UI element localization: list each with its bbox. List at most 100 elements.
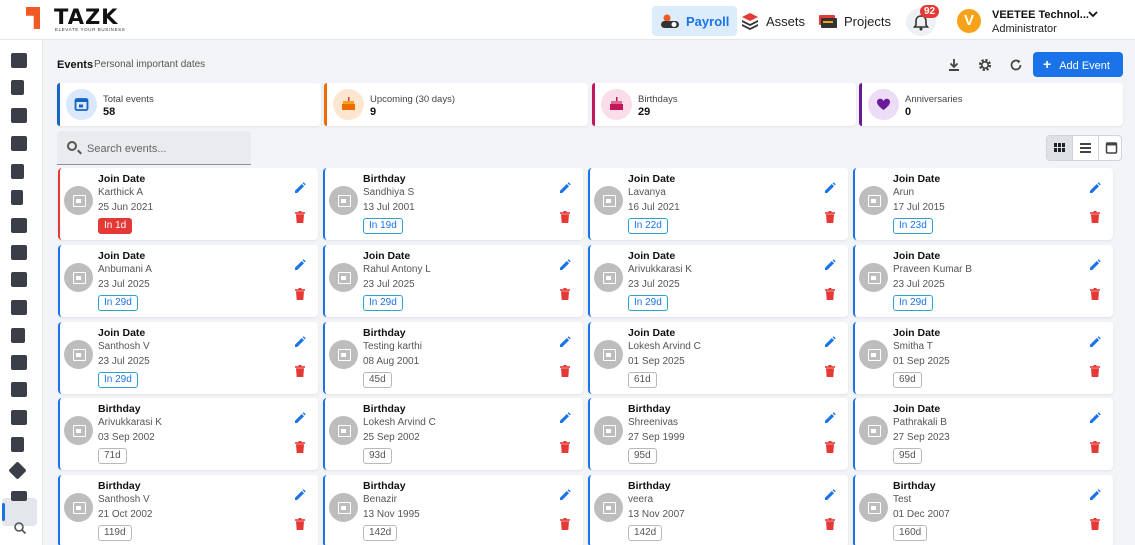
event-date: 21 Oct 2002: [98, 509, 153, 520]
event-card[interactable]: Birthday Arivukkarasi K 03 Sep 2002 71d: [58, 398, 318, 470]
edit-pencil-icon[interactable]: [294, 412, 306, 424]
sidebar-calendar-icon[interactable]: [11, 136, 27, 151]
event-card[interactable]: Birthday Test 01 Dec 2007 160d: [853, 475, 1113, 545]
event-card[interactable]: Join Date Praveen Kumar B 23 Jul 2025 In 29…: [853, 245, 1113, 317]
refresh-icon[interactable]: [1009, 58, 1023, 72]
edit-pencil-icon[interactable]: [294, 489, 306, 501]
delete-trash-icon[interactable]: [1090, 211, 1100, 223]
edit-pencil-icon[interactable]: [1089, 182, 1101, 194]
edit-pencil-icon[interactable]: [294, 336, 306, 348]
edit-pencil-icon[interactable]: [559, 259, 571, 271]
nav-assets[interactable]: Assets: [732, 6, 813, 36]
event-card[interactable]: Join Date Rahul Antony L 23 Jul 2025 In 29d: [323, 245, 583, 317]
event-card[interactable]: Birthday Santhosh V 21 Oct 2002 119d: [58, 475, 318, 545]
event-card[interactable]: Join Date Santhosh V 23 Jul 2025 In 29d: [58, 322, 318, 394]
add-event-button[interactable]: + Add Event: [1033, 52, 1123, 77]
delete-trash-icon[interactable]: [1090, 441, 1100, 453]
search-input[interactable]: [87, 141, 237, 157]
sidebar-document-check-icon[interactable]: [11, 164, 24, 179]
edit-pencil-icon[interactable]: [1089, 259, 1101, 271]
delete-trash-icon[interactable]: [560, 288, 570, 300]
event-card[interactable]: Join Date Anbumani A 23 Jul 2025 In 29d: [58, 245, 318, 317]
event-date: 01 Dec 2007: [893, 509, 950, 520]
edit-pencil-icon[interactable]: [559, 412, 571, 424]
search-box[interactable]: [57, 131, 251, 165]
edit-pencil-icon[interactable]: [559, 489, 571, 501]
sidebar-briefcase-icon[interactable]: [11, 491, 27, 501]
delete-trash-icon[interactable]: [295, 211, 305, 223]
sidebar-team-icon[interactable]: [11, 355, 27, 370]
user-name[interactable]: VEETEE Technol...: [992, 9, 1089, 21]
sidebar-hand-money-icon[interactable]: [11, 272, 27, 287]
delete-trash-icon[interactable]: [825, 518, 835, 530]
delete-trash-icon[interactable]: [825, 365, 835, 377]
delete-trash-icon[interactable]: [825, 288, 835, 300]
delete-trash-icon[interactable]: [825, 441, 835, 453]
grid-view-icon[interactable]: [1047, 136, 1073, 160]
chevron-down-icon[interactable]: [1087, 8, 1099, 23]
avatar[interactable]: V: [957, 9, 981, 33]
edit-pencil-icon[interactable]: [1089, 336, 1101, 348]
delete-trash-icon[interactable]: [295, 365, 305, 377]
event-card[interactable]: Join Date Lavanya 16 Jul 2021 In 22d: [588, 168, 848, 240]
delete-trash-icon[interactable]: [1090, 518, 1100, 530]
sidebar-search-icon[interactable]: [13, 521, 27, 538]
event-card[interactable]: Birthday veera 13 Nov 2007 142d: [588, 475, 848, 545]
event-countdown-chip: In 19d: [363, 218, 403, 234]
event-card[interactable]: Join Date Smitha T 01 Sep 2025 69d: [853, 322, 1113, 394]
event-card[interactable]: Birthday Lokesh Arvind C 25 Sep 2002 93d: [323, 398, 583, 470]
sidebar-dashboard-icon[interactable]: [11, 53, 27, 68]
edit-pencil-icon[interactable]: [559, 336, 571, 348]
event-type: Birthday: [363, 327, 406, 339]
sidebar-building-icon[interactable]: [11, 300, 27, 315]
edit-pencil-icon[interactable]: [294, 182, 306, 194]
delete-trash-icon[interactable]: [1090, 288, 1100, 300]
edit-pencil-icon[interactable]: [824, 182, 836, 194]
event-card[interactable]: Birthday Sandhiya S 13 Jul 2001 In 19d: [323, 168, 583, 240]
sidebar-bar-chart-icon[interactable]: [11, 328, 25, 343]
nav-projects[interactable]: Projects: [810, 6, 899, 36]
sidebar-megaphone-icon[interactable]: [11, 382, 27, 397]
sidebar-contacts-icon[interactable]: [11, 80, 24, 95]
edit-pencil-icon[interactable]: [824, 489, 836, 501]
calendar-view-icon[interactable]: [1099, 136, 1124, 160]
edit-pencil-icon[interactable]: [1089, 412, 1101, 424]
edit-pencil-icon[interactable]: [824, 412, 836, 424]
event-card[interactable]: Join Date Karthick A 25 Jun 2021 In 1d: [58, 168, 318, 240]
settings-gear-icon[interactable]: [978, 58, 992, 72]
event-card[interactable]: Birthday Shreenivas 27 Sep 1999 95d: [588, 398, 848, 470]
sidebar: [0, 40, 43, 545]
sidebar-calendar-settings-icon[interactable]: [11, 410, 27, 425]
delete-trash-icon[interactable]: [295, 518, 305, 530]
delete-trash-icon[interactable]: [560, 518, 570, 530]
delete-trash-icon[interactable]: [560, 441, 570, 453]
delete-trash-icon[interactable]: [560, 365, 570, 377]
sidebar-messages-icon[interactable]: [11, 108, 27, 123]
tazk-logo[interactable]: TAZK ELEVATE YOUR BUSINESS: [18, 5, 128, 34]
download-icon[interactable]: [947, 58, 961, 72]
delete-trash-icon[interactable]: [295, 441, 305, 453]
edit-pencil-icon[interactable]: [824, 259, 836, 271]
event-person-name: Lokesh Arvind C: [363, 417, 436, 428]
delete-trash-icon[interactable]: [1090, 365, 1100, 377]
delete-trash-icon[interactable]: [560, 211, 570, 223]
event-card[interactable]: Birthday Benazir 13 Nov 1995 142d: [323, 475, 583, 545]
delete-trash-icon[interactable]: [825, 211, 835, 223]
event-card[interactable]: Join Date Lokesh Arvind C 01 Sep 2025 61d: [588, 322, 848, 394]
edit-pencil-icon[interactable]: [294, 259, 306, 271]
sidebar-invoice-icon[interactable]: [11, 437, 24, 452]
sidebar-badge-icon[interactable]: [11, 190, 23, 205]
event-card[interactable]: Join Date Pathrakali B 27 Sep 2023 95d: [853, 398, 1113, 470]
sidebar-money-bag-icon[interactable]: [11, 245, 27, 260]
sidebar-user-settings-icon[interactable]: [11, 218, 27, 233]
edit-pencil-icon[interactable]: [1089, 489, 1101, 501]
event-card[interactable]: Birthday Testing karthi 08 Aug 2001 45d: [323, 322, 583, 394]
edit-pencil-icon[interactable]: [559, 182, 571, 194]
nav-payroll[interactable]: Payroll: [652, 6, 738, 36]
delete-trash-icon[interactable]: [295, 288, 305, 300]
event-card[interactable]: Join Date Arun 17 Jul 2015 In 23d: [853, 168, 1113, 240]
list-view-icon[interactable]: [1073, 136, 1099, 160]
event-card[interactable]: Join Date Arivukkarasi K 23 Jul 2025 In 29d: [588, 245, 848, 317]
sidebar-events-icon[interactable]: [8, 461, 27, 480]
edit-pencil-icon[interactable]: [824, 336, 836, 348]
